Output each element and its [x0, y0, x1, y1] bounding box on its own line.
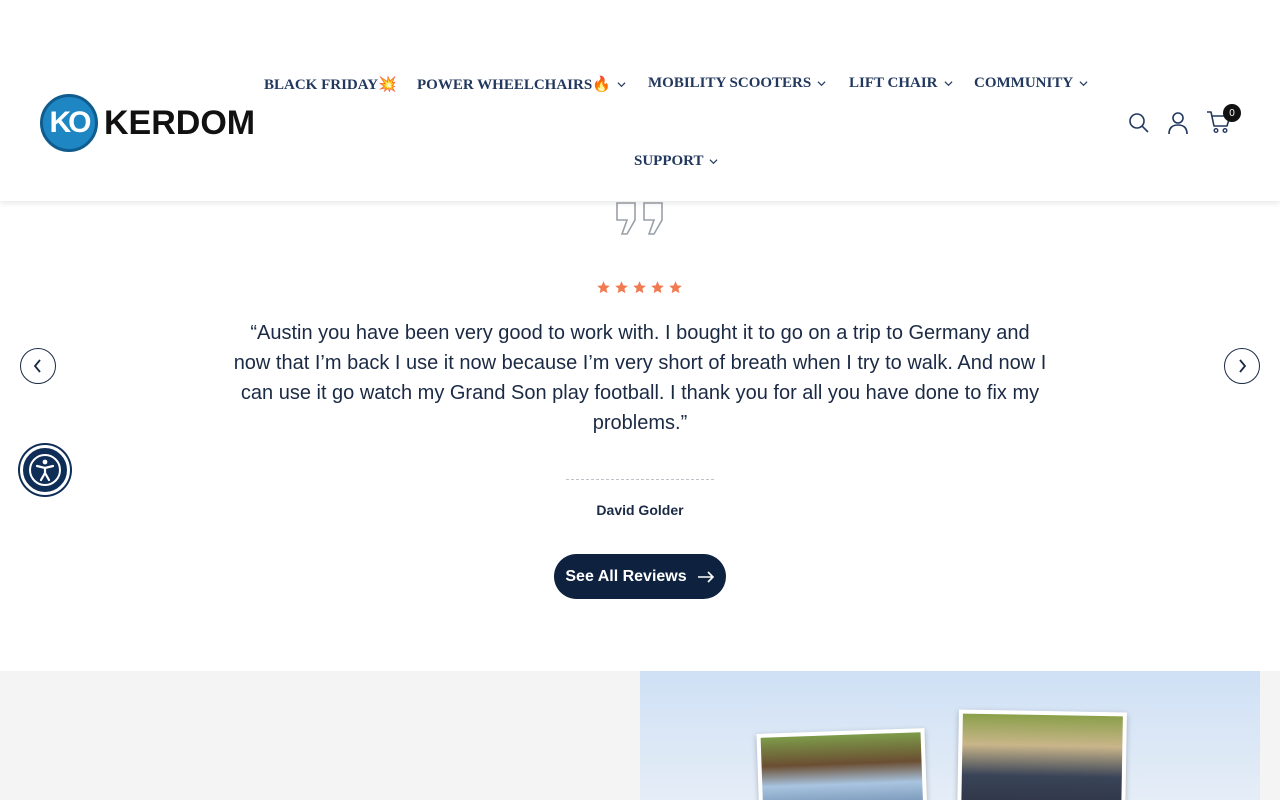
chevron-down-icon — [943, 81, 953, 87]
quote-icon — [616, 202, 663, 235]
edge-strip — [1260, 671, 1280, 800]
star-icon — [651, 281, 664, 294]
nav-item-lift-chair[interactable]: LIFT CHAIR — [849, 75, 953, 92]
nav-label: MOBILITY SCOOTERS — [648, 75, 812, 91]
chevron-left-icon — [33, 359, 41, 373]
previous-slide-button[interactable] — [20, 348, 56, 384]
see-all-reviews-button[interactable]: See All Reviews — [554, 554, 726, 599]
chevron-down-icon — [617, 82, 626, 88]
customer-photos-image — [640, 671, 1260, 800]
chevron-down-icon — [817, 81, 826, 87]
cart-count-badge: 0 — [1223, 104, 1241, 122]
star-icon — [597, 281, 610, 294]
customer-photo — [957, 709, 1127, 800]
chevron-right-icon — [1239, 359, 1247, 373]
nav-label: BLACK FRIDAY💥 — [264, 77, 397, 93]
chevron-down-icon — [1079, 81, 1088, 87]
account-icon[interactable] — [1167, 111, 1189, 135]
accessibility-button[interactable] — [20, 445, 70, 495]
nav-label: POWER WHEELCHAIRS🔥 — [417, 77, 611, 93]
content-panel — [0, 671, 640, 800]
site-header: KO KERDOM BLACK FRIDAY💥 POWER WHEELCHAIR… — [0, 0, 1280, 201]
nav-item-mobility-scooters[interactable]: MOBILITY SCOOTERS — [648, 75, 826, 92]
next-slide-button[interactable] — [1224, 348, 1260, 384]
nav-item-community[interactable]: COMMUNITY — [974, 75, 1088, 92]
nav-item-support[interactable]: SUPPORT — [634, 153, 718, 170]
cta-label: See All Reviews — [565, 567, 687, 585]
review-text: “Austin you have been very good to work … — [233, 322, 1047, 434]
nav-label: COMMUNITY — [974, 75, 1074, 91]
divider — [566, 479, 714, 480]
search-icon[interactable] — [1128, 112, 1150, 134]
nav-item-power-wheelchairs[interactable]: POWER WHEELCHAIRS🔥 — [417, 75, 626, 94]
brand-logo[interactable]: KO KERDOM — [40, 94, 255, 152]
star-icon — [633, 281, 646, 294]
nav-item-black-friday[interactable]: BLACK FRIDAY💥 — [264, 75, 397, 94]
customer-photo — [756, 728, 928, 800]
accessibility-icon — [29, 454, 61, 486]
rating-stars — [596, 280, 683, 295]
arrow-right-icon — [697, 570, 714, 583]
nav-label: LIFT CHAIR — [849, 75, 938, 91]
logo-text: KERDOM — [104, 103, 256, 142]
logo-mark: KO — [40, 94, 98, 152]
review-author: David Golder — [596, 502, 684, 518]
star-icon — [669, 281, 682, 294]
nav-label: SUPPORT — [634, 153, 704, 169]
star-icon — [615, 281, 628, 294]
chevron-down-icon — [709, 159, 718, 165]
